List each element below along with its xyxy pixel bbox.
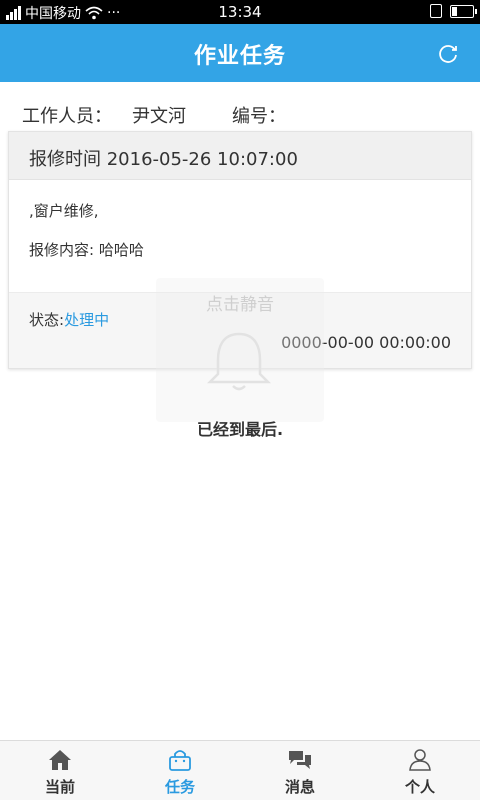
list-end-text: 已经到最后. [196, 420, 284, 439]
app-header: 作业任务 [0, 24, 480, 82]
home-icon [49, 750, 71, 770]
sim-icon [430, 4, 442, 18]
task-card-header: 报修时间 2016-05-26 10:07:00 [9, 132, 471, 180]
bell-icon [206, 332, 272, 391]
chat-icon [289, 751, 311, 769]
task-card-body: ,窗户维修, 报修内容: 哈哈哈 [9, 180, 471, 292]
bag-icon [169, 750, 191, 771]
nav-item-profile[interactable]: 个人 [360, 741, 480, 800]
nav-item-tasks[interactable]: 任务 [120, 741, 240, 800]
task-content: 报修内容: 哈哈哈 [29, 241, 144, 259]
bottom-nav: 当前 任务 消息 个人 [0, 740, 480, 800]
worker-number-label: 编号： [232, 106, 286, 127]
task-description: ,窗户维修, [29, 202, 99, 220]
status-label: 状态: [29, 311, 65, 329]
worker-name: 尹文河 [132, 106, 186, 127]
status-bar: 中国移动 ··· 13:34 [0, 0, 480, 24]
person-icon [409, 749, 431, 771]
page-title: 作业任务 [193, 44, 286, 69]
status-value: 处理中 [64, 311, 110, 329]
nav-label-tasks: 任务 [164, 778, 195, 796]
worker-info: 工作人员： 尹文河 编号： [22, 102, 286, 128]
refresh-icon[interactable] [436, 41, 460, 65]
mute-overlay[interactable]: 点击静音 [156, 278, 324, 422]
report-time: 报修时间 2016-05-26 10:07:00 [29, 149, 298, 170]
nav-label-current: 当前 [44, 778, 75, 796]
nav-label-profile: 个人 [404, 778, 435, 796]
worker-name-label: 工作人员： [22, 106, 112, 127]
mute-text: 点击静音 [206, 295, 274, 315]
clock: 13:34 [218, 3, 262, 21]
battery-icon [450, 4, 477, 18]
status-line: 状态:处理中 [29, 309, 109, 330]
nav-item-current[interactable]: 当前 [0, 741, 120, 800]
nav-item-messages[interactable]: 消息 [240, 741, 360, 800]
nav-label-messages: 消息 [284, 778, 315, 796]
